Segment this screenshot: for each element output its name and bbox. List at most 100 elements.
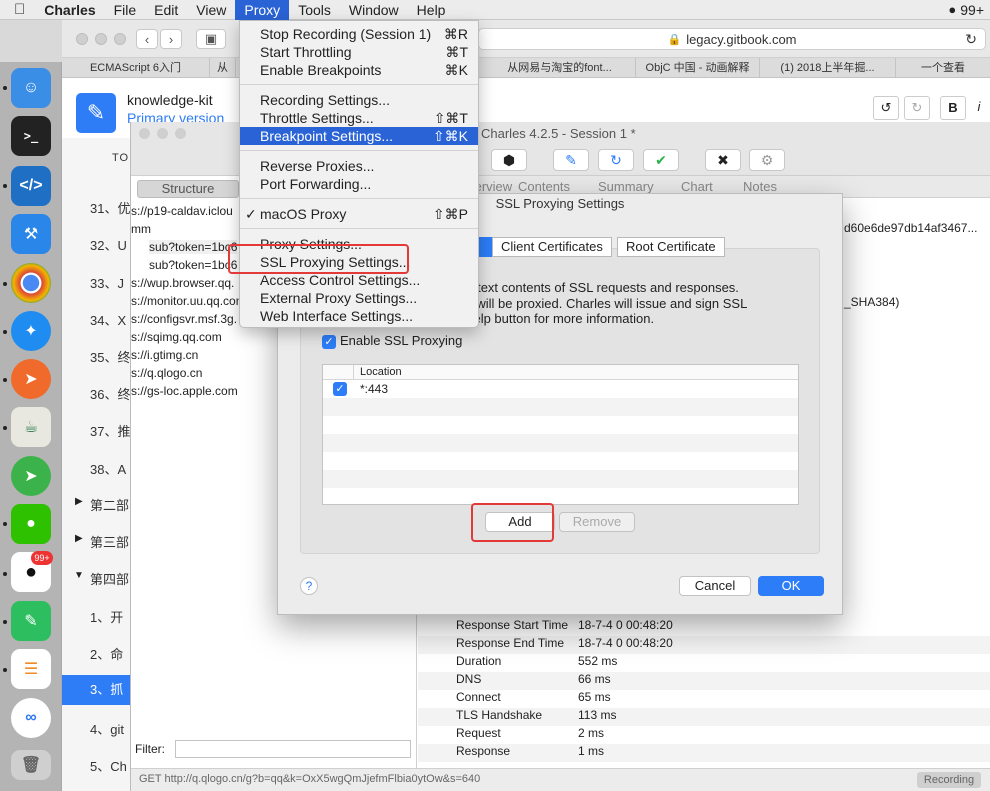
menu-edit[interactable]: Edit [145,0,187,20]
settings-gear-icon[interactable]: ⚙ [749,149,785,171]
browser-tab[interactable]: 从 [210,58,236,78]
expand-arrow-icon[interactable]: ▶ [75,496,83,507]
postman-icon[interactable]: ➤ [11,359,51,399]
toc-section[interactable]: 第三部 [90,532,129,551]
toc-item[interactable]: 32、U [90,235,127,254]
host-item[interactable]: s://wup.browser.qq. [131,276,234,290]
menu-item-throttle-settings[interactable]: Throttle Settings... ⇧⌘T [240,109,478,127]
recording-indicator[interactable]: Recording [917,772,981,788]
reload-icon[interactable]: ↻ [965,31,977,48]
filter-input[interactable] [175,740,411,758]
browser-tab[interactable]: 一个查看 [896,58,990,78]
qq-status-icon[interactable]: ● [948,2,956,17]
redo-icon[interactable]: ↻ [904,96,930,120]
menu-app-name[interactable]: Charles [35,0,104,20]
toc-item[interactable]: 35、终 [90,347,130,366]
xcode-icon[interactable]: ⚒ [11,214,51,254]
zoom-window-button[interactable] [114,33,126,45]
tab-root-certificate[interactable]: Root Certificate [617,237,725,257]
chrome-icon[interactable] [11,263,51,303]
ok-button[interactable]: OK [758,576,824,596]
help-button[interactable]: ? [300,577,318,595]
reminders-icon[interactable]: ☰ [11,649,51,689]
book-edit-icon[interactable]: ✎ [76,93,116,133]
host-item[interactable]: mm [131,222,151,236]
zoom-window-button[interactable] [175,128,186,139]
stop-recording-icon[interactable]: ⬢ [491,149,527,171]
telegram-icon[interactable]: ➤ [11,456,51,496]
toc-item[interactable]: 1、开 [90,607,123,626]
terminal-icon[interactable]: >_ [11,116,51,156]
compose-icon[interactable]: ✎ [553,149,589,171]
menu-item-port-forwarding[interactable]: Port Forwarding... [240,175,478,193]
cancel-button[interactable]: Cancel [679,576,751,596]
bold-icon[interactable]: B [940,96,966,120]
location-enabled-checkbox[interactable]: ✓ [333,382,347,396]
minimize-window-button[interactable] [157,128,168,139]
tab-contents[interactable]: Contents [518,179,570,194]
toc-section[interactable]: 第四部 [90,569,129,588]
host-item[interactable]: s://gs-loc.apple.com [131,384,238,398]
menu-item-recording-settings[interactable]: Recording Settings... [240,91,478,109]
toc-item[interactable]: 36、终 [90,384,130,403]
host-item[interactable]: s://monitor.uu.qq.com [131,294,246,308]
undo-icon[interactable]: ↺ [873,96,899,120]
baidu-netdisk-icon[interactable]: ∞ [11,698,51,738]
toc-item[interactable]: 31、优 [90,198,130,217]
evernote-icon[interactable]: ✎ [11,601,51,641]
menu-window[interactable]: Window [340,0,408,20]
collapse-arrow-icon[interactable]: ▼ [74,570,84,581]
menu-item-macos-proxy[interactable]: ✓ macOS Proxy ⇧⌘P [240,205,478,223]
menu-item-stop-recording[interactable]: Stop Recording (Session 1) ⌘R [240,25,478,43]
apple-icon[interactable]:  [0,0,35,20]
host-item[interactable]: sub?token=1bc6 [149,258,237,272]
forward-icon[interactable]: › [160,29,182,49]
close-window-button[interactable] [76,33,88,45]
host-item[interactable]: s://i.gtimg.cn [131,348,198,362]
menu-proxy[interactable]: Proxy [235,0,290,20]
toc-item[interactable]: 2、命 [90,644,123,663]
host-item[interactable]: sub?token=1bc6 [149,240,238,254]
back-icon[interactable]: ‹ [136,29,158,49]
enable-ssl-checkbox[interactable]: ✓ [322,335,336,349]
remove-button[interactable]: Remove [559,512,635,532]
toc-item[interactable]: 38、A [90,459,126,478]
host-item[interactable]: s://sqimg.qq.com [131,330,222,344]
tools-icon[interactable]: ✖ [705,149,741,171]
toc-item[interactable]: 5、Ch [90,756,127,775]
repeat-icon[interactable]: ↻ [598,149,634,171]
menu-tools[interactable]: Tools [289,0,340,20]
browser-tab[interactable]: 从网易与淘宝的font... [484,58,636,78]
tab-summary[interactable]: Summary [598,179,654,194]
tab-notes[interactable]: Notes [743,179,777,194]
minimize-window-button[interactable] [95,33,107,45]
toc-section[interactable]: 第二部 [90,495,129,514]
menu-help[interactable]: Help [408,0,455,20]
toc-item[interactable]: 33、J [90,273,124,292]
tab-client-certificates[interactable]: Client Certificates [492,237,612,257]
menu-item-breakpoint-settings[interactable]: Breakpoint Settings... ⇧⌘K [240,127,478,145]
menu-item-reverse-proxies[interactable]: Reverse Proxies... [240,157,478,175]
tab-chart[interactable]: Chart [681,179,713,194]
table-row[interactable]: ✓ *:443 [323,380,798,398]
expand-arrow-icon[interactable]: ▶ [75,533,83,544]
sidebar-toggle-icon[interactable]: ▣ [196,29,226,49]
menu-item-external-proxy-settings[interactable]: External Proxy Settings... [240,289,478,307]
vscode-icon[interactable]: </> [11,166,51,206]
menu-view[interactable]: View [187,0,235,20]
host-item[interactable]: s://q.qlogo.cn [131,366,202,380]
host-item[interactable]: s://p19-caldav.iclou [131,204,233,218]
finder-icon[interactable]: ☺ [11,68,51,108]
toc-item[interactable]: 37、推 [90,421,130,440]
toc-item-selected[interactable]: 3、抓 [62,675,140,705]
menu-item-start-throttling[interactable]: Start Throttling ⌘T [240,43,478,61]
charles-icon[interactable]: ☕ [11,407,51,447]
browser-tab[interactable]: (1) 2018上半年掘... [760,58,896,78]
address-bar[interactable]: 🔒 legacy.gitbook.com ↻ [478,28,986,50]
browser-tab[interactable]: ObjC 中国 - 动画解释 [636,58,760,78]
menu-file[interactable]: File [105,0,146,20]
trash-icon[interactable]: 🗑 [11,750,51,780]
italic-icon[interactable]: i [968,96,990,120]
menu-item-enable-breakpoints[interactable]: Enable Breakpoints ⌘K [240,61,478,79]
close-window-button[interactable] [139,128,150,139]
